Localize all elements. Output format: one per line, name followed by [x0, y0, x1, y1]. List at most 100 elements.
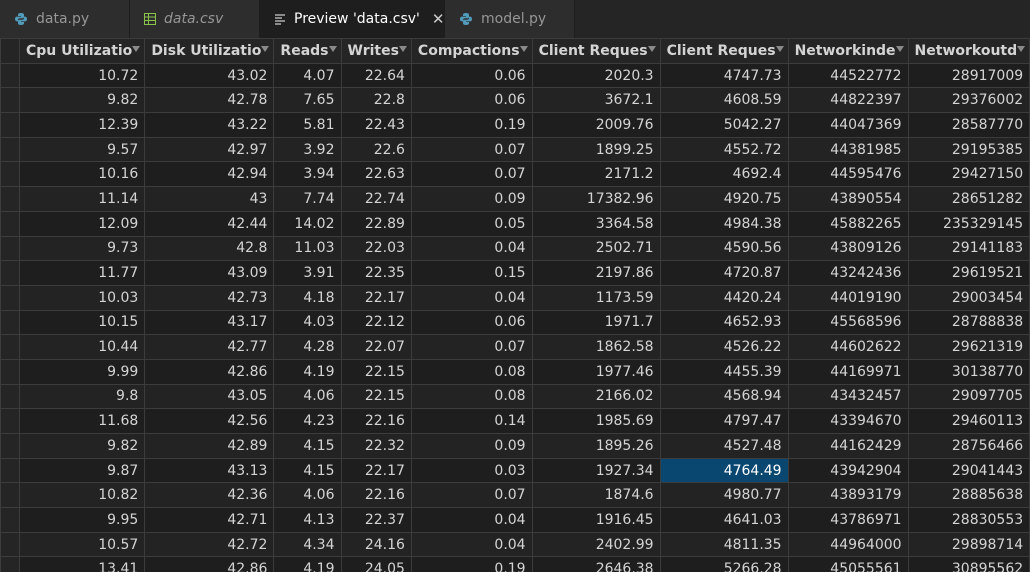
table-cell[interactable]: 22.17	[340, 284, 412, 311]
table-cell[interactable]: 5.81	[273, 112, 342, 138]
table-cell[interactable]: 17382.96	[531, 186, 661, 212]
table-cell[interactable]: 11.14	[18, 186, 146, 212]
table-cell[interactable]: 1977.46	[531, 358, 661, 385]
table-cell[interactable]: 4590.56	[659, 235, 789, 262]
table-cell[interactable]: 22.16	[340, 482, 412, 509]
table-cell[interactable]: 22.6	[340, 136, 412, 163]
table-cell[interactable]: 10.15	[18, 309, 146, 336]
table-cell[interactable]: 28587770	[907, 112, 1030, 138]
table-cell[interactable]: 29619521	[907, 260, 1030, 286]
filter-icon[interactable]	[519, 46, 528, 52]
table-cell[interactable]: 42.86	[144, 556, 275, 572]
tab-2[interactable]: Preview 'data.csv' ✕	[260, 0, 445, 38]
table-cell[interactable]: 43.05	[144, 383, 275, 410]
table-cell[interactable]: 4811.35	[659, 531, 789, 558]
table-cell[interactable]: 42.8	[144, 235, 275, 262]
column-header[interactable]: Client Reques	[531, 38, 661, 64]
table-cell[interactable]: 22.32	[340, 433, 412, 459]
table-cell[interactable]: 22.35	[340, 260, 412, 286]
table-cell[interactable]: 42.56	[144, 408, 275, 434]
table-cell[interactable]: 9.95	[18, 507, 146, 533]
table-cell[interactable]: 4.06	[273, 383, 342, 410]
table-cell[interactable]: 0.07	[410, 334, 533, 360]
table-cell[interactable]: 9.82	[18, 87, 146, 114]
table-cell[interactable]: 4.06	[273, 482, 342, 509]
filter-icon[interactable]	[895, 46, 904, 52]
table-cell[interactable]: 0.09	[410, 433, 533, 459]
table-cell[interactable]: 1899.25	[531, 136, 661, 163]
table-cell[interactable]: 4984.38	[659, 210, 789, 237]
table-cell[interactable]: 22.37	[340, 507, 412, 533]
table-cell[interactable]: 9.57	[18, 136, 146, 163]
table-cell[interactable]: 2166.02	[531, 383, 661, 410]
table-cell[interactable]: 42.97	[144, 136, 275, 163]
table-cell[interactable]: 45882265	[787, 210, 909, 237]
column-header[interactable]: Writes	[340, 38, 412, 64]
table-cell[interactable]: 22.07	[340, 334, 412, 360]
table-cell[interactable]: 0.06	[410, 87, 533, 114]
tab-0[interactable]: data.py	[0, 0, 130, 38]
table-cell[interactable]: 1916.45	[531, 507, 661, 533]
table-cell[interactable]: 30138770	[907, 358, 1030, 385]
table-cell[interactable]: 29460113	[907, 408, 1030, 434]
table-cell[interactable]: 3364.58	[531, 210, 661, 237]
table-cell[interactable]: 0.06	[410, 62, 533, 89]
column-header[interactable]: Cpu Utilizatio	[18, 38, 146, 64]
table-cell[interactable]: 22.74	[340, 186, 412, 212]
table-cell[interactable]: 22.16	[340, 408, 412, 434]
table-cell[interactable]: 44964000	[787, 531, 909, 558]
table-cell[interactable]: 5266.28	[659, 556, 789, 572]
table-cell[interactable]: 22.15	[340, 358, 412, 385]
table-cell[interactable]: 28756466	[907, 433, 1030, 459]
table-cell[interactable]: 24.05	[340, 556, 412, 572]
table-cell[interactable]: 43242436	[787, 260, 909, 286]
table-cell[interactable]: 7.65	[273, 87, 342, 114]
filter-icon[interactable]	[132, 46, 141, 52]
table-cell[interactable]: 29427150	[907, 161, 1030, 188]
table-cell[interactable]: 2009.76	[531, 112, 661, 138]
table-cell[interactable]: 43.02	[144, 62, 275, 89]
table-cell[interactable]: 0.07	[410, 482, 533, 509]
table-cell[interactable]: 4.15	[273, 457, 342, 484]
table-cell[interactable]: 29898714	[907, 531, 1030, 558]
table-cell[interactable]: 2646.38	[531, 556, 661, 572]
table-cell[interactable]: 0.04	[410, 507, 533, 533]
table-cell[interactable]: 1173.59	[531, 284, 661, 311]
filter-icon[interactable]	[647, 46, 656, 52]
column-header[interactable]: Compactions	[410, 38, 533, 64]
table-cell[interactable]: 0.19	[410, 112, 533, 138]
table-cell[interactable]: 4.03	[273, 309, 342, 336]
table-cell[interactable]: 29041443	[907, 457, 1030, 484]
table-cell[interactable]: 29376002	[907, 87, 1030, 114]
column-header[interactable]: Networkoutd	[907, 38, 1030, 64]
table-cell[interactable]: 0.06	[410, 309, 533, 336]
table-cell[interactable]: 43.09	[144, 260, 275, 286]
table-cell[interactable]: 3.92	[273, 136, 342, 163]
table-cell[interactable]: 1985.69	[531, 408, 661, 434]
table-cell[interactable]: 0.08	[410, 358, 533, 385]
table-cell[interactable]: 0.09	[410, 186, 533, 212]
table-cell[interactable]: 44047369	[787, 112, 909, 138]
table-cell[interactable]: 30895562	[907, 556, 1030, 572]
table-cell[interactable]: 22.17	[340, 457, 412, 484]
table-cell[interactable]: 22.64	[340, 62, 412, 89]
table-cell[interactable]: 43394670	[787, 408, 909, 434]
table-cell[interactable]: 42.44	[144, 210, 275, 237]
table-cell[interactable]: 10.82	[18, 482, 146, 509]
table-cell[interactable]: 0.04	[410, 235, 533, 262]
table-cell[interactable]: 12.39	[18, 112, 146, 138]
table-cell[interactable]: 44595476	[787, 161, 909, 188]
table-cell[interactable]: 2402.99	[531, 531, 661, 558]
table-cell[interactable]: 0.08	[410, 383, 533, 410]
table-cell[interactable]: 42.78	[144, 87, 275, 114]
tab-1[interactable]: data.csv	[130, 0, 260, 38]
table-cell[interactable]: 4420.24	[659, 284, 789, 311]
table-cell[interactable]: 0.07	[410, 161, 533, 188]
table-cell[interactable]: 4455.39	[659, 358, 789, 385]
table-cell[interactable]: 1971.7	[531, 309, 661, 336]
table-cell[interactable]: 4652.93	[659, 309, 789, 336]
table-cell[interactable]: 43809126	[787, 235, 909, 262]
filter-icon[interactable]	[1017, 46, 1026, 52]
table-cell[interactable]: 42.71	[144, 507, 275, 533]
table-cell[interactable]: 13.41	[18, 556, 146, 572]
